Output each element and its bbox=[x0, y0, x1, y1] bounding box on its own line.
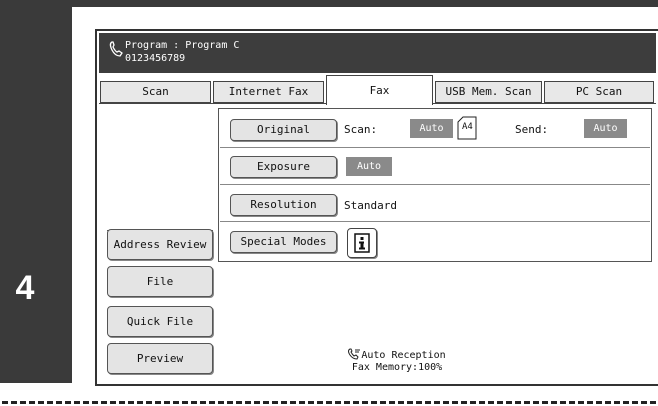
exposure-button[interactable]: Exposure bbox=[230, 156, 337, 178]
preview-button[interactable]: Preview bbox=[107, 343, 213, 374]
top-rule bbox=[0, 0, 658, 7]
scan-label: Scan: bbox=[344, 123, 378, 136]
reception-status: Auto Reception bbox=[297, 348, 497, 361]
paper-size-label: A4 bbox=[462, 122, 473, 132]
quick-file-button[interactable]: Quick File bbox=[107, 306, 213, 337]
settings-divider bbox=[220, 184, 650, 185]
tab-usb-mem-scan[interactable]: USB Mem. Scan bbox=[435, 81, 542, 103]
special-modes-button[interactable]: Special Modes bbox=[230, 231, 337, 253]
auto-reception-icon bbox=[348, 348, 361, 360]
scan-value-badge: Auto bbox=[410, 119, 453, 138]
send-label: Send: bbox=[515, 123, 549, 136]
resolution-button[interactable]: Resolution bbox=[230, 194, 337, 216]
reception-text: Auto Reception bbox=[361, 350, 446, 361]
dotted-separator bbox=[2, 401, 656, 404]
phone-icon bbox=[109, 41, 123, 57]
exposure-value-badge: Auto bbox=[346, 157, 392, 176]
program-title: Program : Program C bbox=[125, 40, 240, 51]
fax-panel: Program : Program C 0123456789 Scan Inte… bbox=[95, 29, 658, 386]
paper-size-icon: A4 bbox=[457, 116, 477, 140]
send-value-badge: Auto bbox=[584, 119, 627, 138]
destination-number: 0123456789 bbox=[125, 53, 186, 64]
original-button[interactable]: Original bbox=[230, 119, 337, 141]
fax-memory: Fax Memory:100% bbox=[351, 362, 443, 373]
address-review-button[interactable]: Address Review bbox=[107, 229, 213, 260]
tab-internet-fax[interactable]: Internet Fax bbox=[213, 81, 324, 103]
tab-fax[interactable]: Fax bbox=[326, 75, 433, 105]
program-header: Program : Program C 0123456789 bbox=[99, 33, 656, 73]
info-icon[interactable] bbox=[347, 228, 377, 258]
tab-pc-scan[interactable]: PC Scan bbox=[544, 81, 654, 103]
tab-scan[interactable]: Scan bbox=[100, 81, 211, 103]
resolution-value: Standard bbox=[344, 199, 397, 212]
step-number: 4 bbox=[15, 269, 35, 307]
file-button[interactable]: File bbox=[107, 266, 213, 297]
settings-divider bbox=[220, 147, 650, 148]
step-sidebar: 4 bbox=[0, 0, 72, 383]
settings-divider bbox=[220, 221, 650, 222]
mode-tabs: Scan Internet Fax Fax USB Mem. Scan PC S… bbox=[99, 73, 656, 105]
